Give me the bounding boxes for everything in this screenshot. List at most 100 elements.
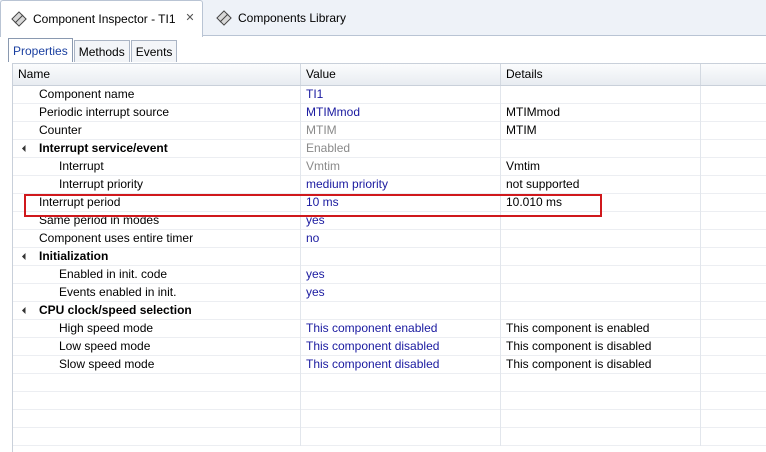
tab-component-inspector[interactable]: Component Inspector - TI1 ✕ [0, 0, 203, 37]
property-value[interactable]: no [301, 230, 501, 248]
property-details [501, 230, 701, 248]
empty-cell [13, 392, 301, 410]
spacer-cell [701, 428, 766, 446]
table-row[interactable]: Interrupt priority medium priority not s… [13, 176, 766, 194]
property-details: This component is enabled [501, 320, 701, 338]
property-name: Interrupt period [13, 194, 301, 212]
empty-cell [13, 410, 301, 428]
property-value[interactable]: yes [301, 212, 501, 230]
property-name: Counter [13, 122, 301, 140]
property-details [501, 86, 701, 104]
table-row[interactable]: Low speed mode This component disabled T… [13, 338, 766, 356]
property-details: 10.010 ms [501, 194, 701, 212]
property-value[interactable]: yes [301, 266, 501, 284]
close-icon[interactable]: ✕ [184, 12, 196, 24]
property-value[interactable]: This component enabled [301, 320, 501, 338]
table-row[interactable]: Interrupt Vmtim Vmtim [13, 158, 766, 176]
table-row-group[interactable]: CPU clock/speed selection [13, 302, 766, 320]
expand-triangle-icon[interactable] [21, 252, 30, 261]
property-details [501, 248, 701, 266]
table-row[interactable]: High speed mode This component enabled T… [13, 320, 766, 338]
property-details: MTIM [501, 122, 701, 140]
column-header-value[interactable]: Value [301, 64, 501, 85]
empty-cell [13, 374, 301, 392]
empty-row [13, 392, 766, 410]
property-value[interactable]: This component disabled [301, 338, 501, 356]
property-details [501, 302, 701, 320]
property-value[interactable]: TI1 [301, 86, 501, 104]
tab-components-library[interactable]: Components Library [206, 0, 376, 36]
table-row[interactable]: Periodic interrupt source MTIMmod MTIMmo… [13, 104, 766, 122]
spacer-cell [701, 158, 766, 176]
properties-grid: Name Value Details Component name TI1 Pe… [12, 63, 766, 452]
property-name: Component uses entire timer [13, 230, 301, 248]
tab-events[interactable]: Events [130, 40, 178, 62]
property-details [501, 266, 701, 284]
table-row[interactable]: Counter MTIM MTIM [13, 122, 766, 140]
property-name: Periodic interrupt source [13, 104, 301, 122]
tab-properties[interactable]: Properties [8, 38, 73, 62]
property-details [501, 140, 701, 158]
property-name: Enabled in init. code [13, 266, 301, 284]
component-chip-icon [216, 10, 232, 26]
property-name: Events enabled in init. [13, 284, 301, 302]
property-details [501, 212, 701, 230]
property-details: This component is disabled [501, 338, 701, 356]
property-name: Interrupt [13, 158, 301, 176]
property-name: Slow speed mode [13, 356, 301, 374]
spacer-cell [701, 338, 766, 356]
table-row[interactable]: Same period in modes yes [13, 212, 766, 230]
spacer-cell [701, 194, 766, 212]
property-value[interactable]: Vmtim [301, 158, 501, 176]
property-name: Interrupt priority [13, 176, 301, 194]
spacer-cell [701, 230, 766, 248]
property-value[interactable] [301, 248, 501, 266]
table-row[interactable]: Enabled in init. code yes [13, 266, 766, 284]
empty-cell [301, 428, 501, 446]
column-header-name[interactable]: Name [13, 64, 301, 85]
table-row-group[interactable]: Interrupt service/event Enabled [13, 140, 766, 158]
property-value[interactable]: Enabled [301, 140, 501, 158]
property-name: High speed mode [13, 320, 301, 338]
spacer-cell [701, 284, 766, 302]
empty-cell [13, 428, 301, 446]
table-row[interactable]: Events enabled in init. yes [13, 284, 766, 302]
spacer-cell [701, 266, 766, 284]
tab-methods[interactable]: Methods [73, 40, 130, 62]
spacer-cell [701, 374, 766, 392]
table-row[interactable]: Interrupt period 10 ms 10.010 ms [13, 194, 766, 212]
group-name: CPU clock/speed selection [13, 302, 301, 320]
table-row[interactable]: Slow speed mode This component disabled … [13, 356, 766, 374]
tab-component-inspector-label: Component Inspector - TI1 [33, 12, 176, 26]
grid-header: Name Value Details [13, 64, 766, 86]
spacer-cell [701, 248, 766, 266]
table-row-group[interactable]: Initialization [13, 248, 766, 266]
empty-row [13, 374, 766, 392]
spacer-cell [701, 86, 766, 104]
property-value[interactable]: MTIMmod [301, 104, 501, 122]
property-value[interactable]: medium priority [301, 176, 501, 194]
table-row[interactable]: Component name TI1 [13, 86, 766, 104]
column-header-details[interactable]: Details [501, 64, 701, 85]
spacer-cell [701, 410, 766, 428]
empty-row [13, 410, 766, 428]
empty-cell [501, 392, 701, 410]
table-row[interactable]: Component uses entire timer no [13, 230, 766, 248]
expand-triangle-icon[interactable] [21, 144, 30, 153]
property-value[interactable] [301, 302, 501, 320]
spacer-cell [701, 104, 766, 122]
spacer-cell [701, 356, 766, 374]
spacer-cell [701, 140, 766, 158]
spacer-cell [701, 212, 766, 230]
property-name: Component name [13, 86, 301, 104]
component-chip-icon [11, 11, 27, 27]
property-value[interactable]: MTIM [301, 122, 501, 140]
expand-triangle-icon[interactable] [21, 306, 30, 315]
empty-cell [501, 374, 701, 392]
group-label: Initialization [39, 249, 109, 263]
property-value[interactable]: This component disabled [301, 356, 501, 374]
property-details [501, 284, 701, 302]
property-value[interactable]: yes [301, 284, 501, 302]
property-details: This component is disabled [501, 356, 701, 374]
property-value[interactable]: 10 ms [301, 194, 501, 212]
